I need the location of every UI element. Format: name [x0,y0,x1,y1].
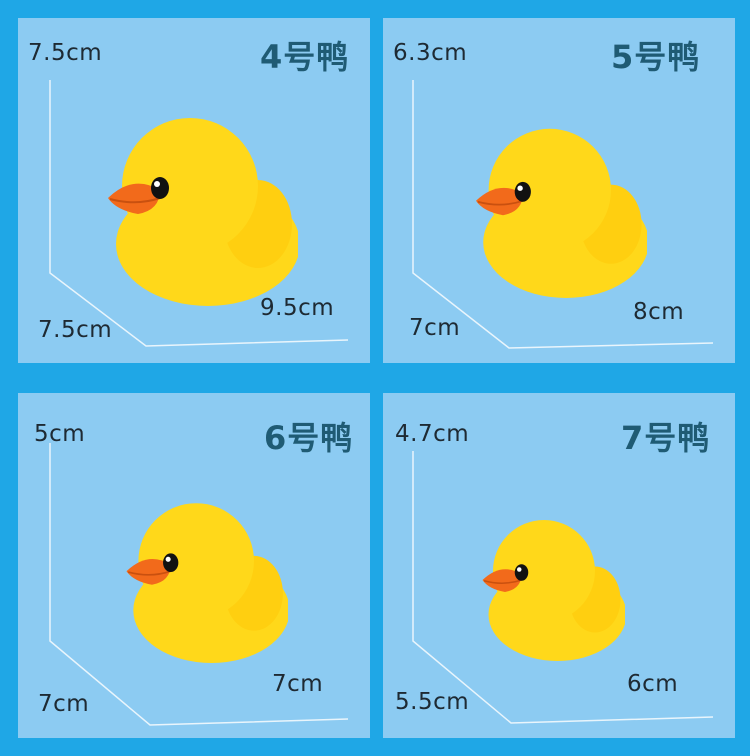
height-label: 7.5cm [28,40,103,66]
depth-label: 7.5cm [38,317,113,343]
rubber-duck-image [126,503,288,663]
rubber-duck-image [108,118,298,306]
depth-label: 5.5cm [395,689,470,715]
width-label: 7cm [272,671,324,697]
panel-title: 6号鸭 [264,419,354,457]
width-label: 9.5cm [260,295,335,321]
rubber-duck-image [476,128,647,298]
height-label: 5cm [34,421,86,447]
height-label: 6.3cm [393,40,468,66]
depth-label: 7cm [38,691,90,717]
panel-size-7: 4.7cm 7号鸭 5.5cm 6cm [383,393,735,738]
width-label: 8cm [633,299,685,325]
panel-title: 7号鸭 [621,419,711,457]
panel-size-6: 5cm 6号鸭 7cm 7cm [18,393,370,738]
rubber-duck-image [482,520,625,661]
width-label: 6cm [627,671,679,697]
depth-label: 7cm [409,315,461,341]
height-label: 4.7cm [395,421,470,447]
panel-title: 5号鸭 [611,38,701,76]
panel-title: 4号鸭 [260,38,350,76]
panel-size-4: 7.5cm 4号鸭 7.5cm 9.5cm [18,18,370,363]
panel-size-5: 6.3cm 5号鸭 7cm 8cm [383,18,735,363]
